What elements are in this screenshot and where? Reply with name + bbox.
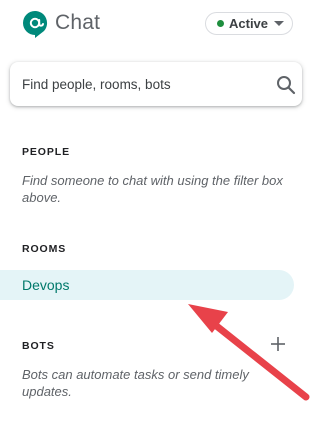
app-title: Chat	[55, 11, 101, 34]
bots-hint: Bots can automate tasks or send timely u…	[22, 367, 249, 399]
room-item-devops[interactable]: Devops	[0, 270, 294, 300]
people-hint: Find someone to chat with using the filt…	[22, 173, 283, 205]
search-icon[interactable]	[276, 75, 296, 95]
room-label: Devops	[22, 277, 70, 293]
search-box	[10, 62, 302, 106]
status-dropdown[interactable]: Active	[205, 12, 293, 35]
chat-logo-icon	[23, 10, 48, 38]
chevron-down-icon	[274, 21, 285, 26]
status-dot	[217, 20, 224, 27]
status-label: Active	[229, 16, 269, 31]
bots-section-title: BOTS	[22, 340, 55, 352]
search-input[interactable]	[22, 62, 262, 106]
rooms-section-title: ROOMS	[22, 243, 67, 255]
app-header: Chat Active	[0, 0, 318, 48]
people-section-title: PEOPLE	[22, 146, 70, 158]
plus-icon[interactable]	[269, 335, 287, 353]
